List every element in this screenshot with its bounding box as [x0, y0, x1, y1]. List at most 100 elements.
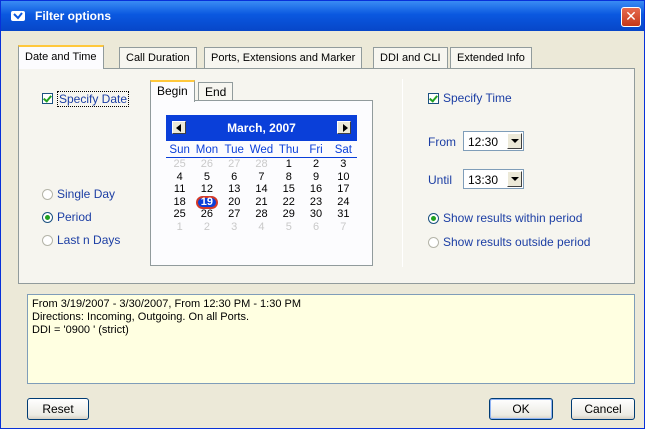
- weekday-label: Sun: [169, 144, 190, 156]
- calendar-day[interactable]: 17: [330, 183, 357, 196]
- weekday-label: Thu: [278, 144, 299, 156]
- inner-tab-end[interactable]: End: [198, 82, 234, 102]
- reset-button[interactable]: Reset: [27, 398, 89, 420]
- within-period-radio[interactable]: [428, 213, 439, 224]
- period-radio[interactable]: [42, 212, 53, 223]
- chevron-down-icon: [511, 139, 519, 143]
- calendar-day[interactable]: 30: [302, 208, 329, 221]
- calendar-day[interactable]: 28: [248, 158, 275, 171]
- calendar-day[interactable]: 4: [248, 221, 275, 234]
- single-day-label[interactable]: Single Day: [57, 187, 115, 201]
- weekday-label: Sat: [334, 144, 352, 156]
- until-label: Until: [428, 173, 453, 187]
- calendar-day[interactable]: 18: [166, 196, 193, 209]
- weekday-label: Tue: [224, 144, 244, 156]
- calendar-day[interactable]: 21: [248, 196, 275, 209]
- calendar-day[interactable]: 25: [166, 158, 193, 171]
- selected-day-label: 19: [195, 195, 219, 209]
- calendar-day[interactable]: 12: [193, 183, 220, 196]
- chevron-down-icon: [511, 177, 519, 181]
- next-month-button[interactable]: [337, 121, 351, 134]
- until-time-select[interactable]: 13:30: [463, 169, 524, 189]
- tab-ddi-and-cli[interactable]: DDI and CLI: [373, 47, 448, 69]
- calendar-day[interactable]: 22: [275, 196, 302, 209]
- from-time-select[interactable]: 12:30: [463, 131, 524, 151]
- summary-line: Directions: Incoming, Outgoing. On all P…: [32, 311, 250, 323]
- calendar-day[interactable]: 15: [275, 183, 302, 196]
- calendar-day[interactable]: 6: [302, 221, 329, 234]
- calendar-day[interactable]: 11: [166, 183, 193, 196]
- calendar-day[interactable]: 31: [330, 208, 357, 221]
- calendar-week: 4 5 6 7 8 9 10: [166, 171, 357, 184]
- calendar-day[interactable]: 5: [275, 221, 302, 234]
- specify-time-label[interactable]: Specify Time: [443, 91, 512, 105]
- calendar-day[interactable]: 1: [275, 158, 302, 171]
- weekday-label: Wed: [249, 144, 274, 156]
- cancel-button[interactable]: Cancel: [571, 398, 635, 420]
- until-time-value: 13:30: [468, 173, 499, 187]
- calendar-day[interactable]: 2: [193, 221, 220, 234]
- from-label: From: [428, 135, 456, 149]
- from-dropdown-button[interactable]: [507, 133, 522, 149]
- calendar-week: 25 26 27 28 1 2 3: [166, 158, 357, 171]
- calendar-day[interactable]: 5: [193, 171, 220, 184]
- calendar-day[interactable]: 14: [248, 183, 275, 196]
- specify-date-label[interactable]: Specify Date: [57, 91, 130, 107]
- calendar-week: 11 12 13 14 15 16 17: [166, 183, 357, 196]
- inner-tab-label: End: [205, 85, 227, 99]
- tab-extended-info[interactable]: Extended Info: [450, 47, 532, 69]
- close-button[interactable]: ✕: [621, 7, 641, 27]
- calendar-day[interactable]: 26: [193, 208, 220, 221]
- until-dropdown-button[interactable]: [507, 171, 522, 187]
- ok-button-label: OK: [512, 402, 530, 416]
- from-time-value: 12:30: [468, 135, 499, 149]
- outside-period-radio[interactable]: [428, 237, 439, 248]
- calendar-day[interactable]: 29: [275, 208, 302, 221]
- calendar-day[interactable]: 7: [330, 221, 357, 234]
- calendar-day[interactable]: 1: [166, 221, 193, 234]
- title-bar[interactable]: Filter options ✕: [1, 1, 644, 31]
- calendar-day[interactable]: 9: [302, 171, 329, 184]
- calendar-day[interactable]: 10: [330, 171, 357, 184]
- calendar-day-selected[interactable]: 19: [193, 195, 220, 209]
- calendar-day[interactable]: 27: [221, 208, 248, 221]
- outside-period-label[interactable]: Show results outside period: [443, 235, 590, 249]
- section-divider: [402, 79, 403, 267]
- calendar-day[interactable]: 25: [166, 208, 193, 221]
- weekday-label: Fri: [309, 144, 323, 156]
- calendar-day[interactable]: 4: [166, 171, 193, 184]
- tab-date-and-time[interactable]: Date and Time: [18, 45, 104, 69]
- calendar-day[interactable]: 20: [221, 196, 248, 209]
- single-day-radio[interactable]: [42, 189, 53, 200]
- calendar-day[interactable]: 23: [302, 196, 329, 209]
- summary-line: From 3/19/2007 - 3/30/2007, From 12:30 P…: [32, 298, 302, 310]
- calendar-day[interactable]: 27: [221, 158, 248, 171]
- calendar-day[interactable]: 2: [302, 158, 329, 171]
- calendar-day[interactable]: 8: [275, 171, 302, 184]
- calendar-day[interactable]: 3: [221, 221, 248, 234]
- specify-date-checkbox[interactable]: [42, 93, 53, 104]
- calendar-month: March, 2007: [227, 121, 296, 135]
- inner-tab-begin[interactable]: Begin: [150, 80, 195, 102]
- calendar-day[interactable]: 13: [221, 183, 248, 196]
- calendar-day[interactable]: 16: [302, 183, 329, 196]
- cancel-button-label: Cancel: [584, 402, 622, 416]
- reset-button-label: Reset: [42, 402, 74, 416]
- arrow-right-icon: [343, 124, 348, 132]
- period-label[interactable]: Period: [57, 210, 92, 224]
- window-title: Filter options: [35, 9, 111, 23]
- calendar-day[interactable]: 3: [330, 158, 357, 171]
- specify-time-checkbox[interactable]: [428, 93, 439, 104]
- ok-button[interactable]: OK: [489, 398, 553, 420]
- calendar-day[interactable]: 6: [221, 171, 248, 184]
- tab-call-duration[interactable]: Call Duration: [119, 47, 197, 69]
- calendar-day[interactable]: 26: [193, 158, 220, 171]
- tab-ports-extensions-marker[interactable]: Ports, Extensions and Marker: [204, 47, 363, 69]
- within-period-label[interactable]: Show results within period: [443, 211, 582, 225]
- calendar-day[interactable]: 28: [248, 208, 275, 221]
- last-n-days-radio[interactable]: [42, 235, 53, 246]
- last-n-days-label[interactable]: Last n Days: [57, 233, 120, 247]
- tab-label: DDI and CLI: [380, 52, 441, 64]
- calendar-day[interactable]: 7: [248, 171, 275, 184]
- calendar-day[interactable]: 24: [330, 196, 357, 209]
